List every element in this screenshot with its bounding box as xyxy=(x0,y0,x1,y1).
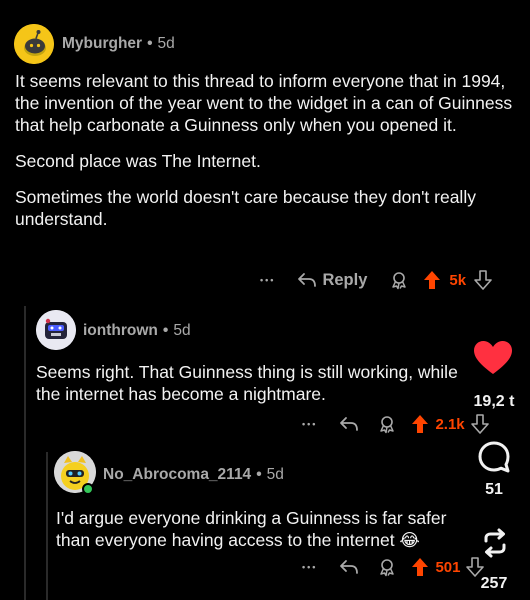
snoo-avatar-icon xyxy=(14,24,54,64)
award-icon[interactable] xyxy=(377,414,397,434)
author-name[interactable]: ionthrown xyxy=(83,322,158,339)
author-name[interactable]: No_Abrocoma_2114 xyxy=(103,466,251,483)
comment-action-bar: ••• 501 xyxy=(302,554,485,580)
comment-body: It seems relevant to this thread to info… xyxy=(15,70,515,244)
downvote-arrow-icon[interactable] xyxy=(474,270,492,290)
reply-button[interactable]: Reply xyxy=(297,271,367,290)
comment-paragraph: Seems right. That Guinness thing is stil… xyxy=(36,362,458,404)
separator-dot: • xyxy=(162,322,169,339)
downvote-arrow-icon[interactable] xyxy=(466,557,485,577)
comment-author[interactable]: No_Abrocoma_2114 • 5d xyxy=(103,466,284,484)
like-heart-icon[interactable] xyxy=(473,340,513,376)
vote-score: 5k xyxy=(449,271,467,289)
comment-paragraph: Sometimes the world doesn't care because… xyxy=(15,187,476,229)
comment-paragraph: It seems relevant to this thread to info… xyxy=(15,71,513,135)
comment-age: 5d xyxy=(157,35,175,52)
thread-line xyxy=(46,452,48,600)
comment-paragraph: Second place was The Internet. xyxy=(15,151,261,171)
comment-age: 5d xyxy=(266,466,284,483)
more-options-button[interactable]: ••• xyxy=(302,419,317,429)
repost-icon[interactable] xyxy=(479,527,511,559)
comment-age: 5d xyxy=(173,322,191,339)
online-status-dot xyxy=(82,483,94,495)
vote-score: 501 xyxy=(435,558,461,576)
upvote-arrow-icon[interactable] xyxy=(411,557,429,577)
more-options-button[interactable]: ••• xyxy=(302,562,317,572)
reply-arrow-icon[interactable] xyxy=(339,416,359,432)
comment-action-bar: ••• Reply 5k xyxy=(260,267,492,293)
avatar[interactable] xyxy=(14,24,54,64)
separator-dot: • xyxy=(256,466,262,483)
separator-dot: • xyxy=(147,35,153,52)
reply-arrow-icon xyxy=(298,273,317,287)
author-name[interactable]: Myburgher xyxy=(62,35,142,52)
upvote-arrow-icon[interactable] xyxy=(423,270,441,290)
downvote-arrow-icon[interactable] xyxy=(470,414,489,434)
repost-count: 257 xyxy=(480,575,508,592)
robot-avatar-icon xyxy=(36,310,76,350)
upvote-arrow-icon[interactable] xyxy=(411,414,429,434)
avatar[interactable] xyxy=(36,310,76,350)
thread-line xyxy=(24,306,26,600)
comment-paragraph: I'd argue everyone drinking a Guinness i… xyxy=(56,508,447,550)
comment-count: 51 xyxy=(485,481,503,498)
award-icon[interactable] xyxy=(389,270,409,290)
reply-arrow-icon[interactable] xyxy=(339,559,359,575)
like-count: 19,2 t xyxy=(473,393,515,410)
comment-bubble-icon[interactable] xyxy=(477,440,511,474)
comment-author[interactable]: Myburgher • 5d xyxy=(62,35,175,53)
reply-label: Reply xyxy=(322,270,368,289)
comment-author[interactable]: ionthrown • 5d xyxy=(83,322,191,340)
comment-action-bar: ••• 2.1k xyxy=(302,411,489,437)
more-options-button[interactable]: ••• xyxy=(260,275,275,285)
award-icon[interactable] xyxy=(377,557,397,577)
vote-score: 2.1k xyxy=(435,415,465,433)
